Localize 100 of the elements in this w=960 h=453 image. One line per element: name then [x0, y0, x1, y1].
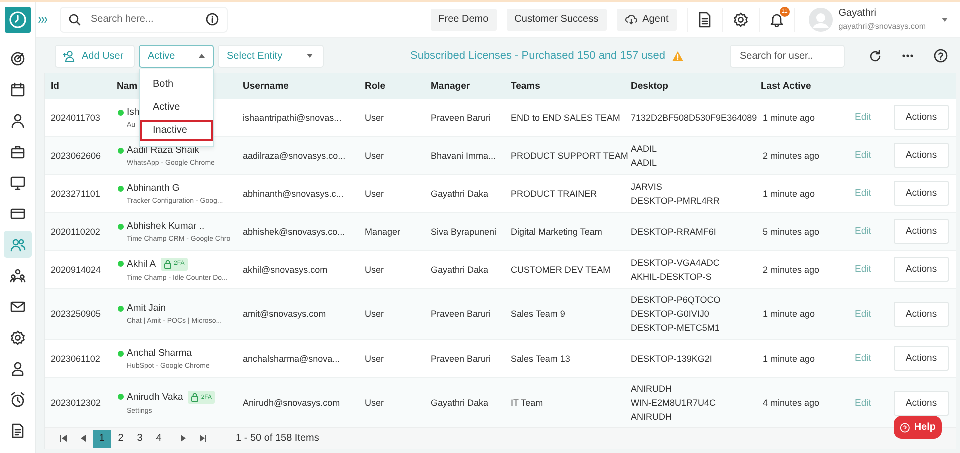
- cloud-download-icon: [624, 14, 638, 25]
- user-name[interactable]: Akhil A: [127, 258, 156, 270]
- actions-button[interactable]: Actions: [894, 302, 949, 326]
- table-cell-text: DESKTOP-VGA4ADC: [631, 258, 721, 268]
- table-cell-text: User: [365, 112, 386, 124]
- info-icon[interactable]: [206, 13, 219, 26]
- settings-icon[interactable]: [732, 12, 749, 28]
- table-cell-text: anchalsharma@snova...: [243, 352, 342, 366]
- table-cell-text: DESKTOP-PMRL4RR: [631, 196, 721, 206]
- table-cell-text: Digital Marketing Team: [511, 226, 604, 239]
- person-icon[interactable]: [10, 112, 26, 128]
- table-cell-text: PRODUCT SUPPORT TEAM: [511, 150, 630, 162]
- table-cell-text: User: [365, 264, 386, 276]
- refresh-icon[interactable]: [869, 50, 882, 62]
- user-name[interactable]: Amit Jain: [127, 303, 166, 314]
- last-page-icon[interactable]: [200, 435, 207, 442]
- document-icon[interactable]: [698, 12, 712, 28]
- help-icon[interactable]: [934, 49, 948, 63]
- document-icon[interactable]: [10, 422, 26, 438]
- user-badge-icon[interactable]: [10, 360, 26, 376]
- user-name[interactable]: Abhishek Kumar ..: [127, 220, 205, 232]
- search-field[interactable]: Search here...: [60, 6, 228, 32]
- column-header: Role: [365, 80, 386, 92]
- table-cell-text: AKHIL-DESKTOP-S: [631, 272, 713, 282]
- table-cell-text: 5 minutes ago: [762, 226, 821, 239]
- page-button[interactable]: 2: [112, 430, 130, 448]
- user-name[interactable]: Anchal Sharma: [127, 348, 192, 358]
- header-button[interactable]: Free Demo: [430, 8, 497, 30]
- table-cell-text: DESKTOP-139KG2I: [631, 354, 714, 364]
- actions-button[interactable]: Actions: [894, 143, 949, 168]
- actions-button[interactable]: Actions: [894, 346, 949, 371]
- table-cell-text: User: [365, 397, 386, 410]
- column-header: Teams: [511, 80, 540, 92]
- license-notice: Subscribed Licenses - Purchased 150 and 157 used: [410, 50, 666, 62]
- table-cell-text: AADIL: [631, 158, 658, 168]
- table-cell-text: 2 minutes ago: [762, 150, 821, 163]
- search-input[interactable]: Search here...: [89, 13, 198, 26]
- settings-icon[interactable]: [10, 330, 26, 346]
- table-cell-text: Manager: [365, 226, 402, 239]
- table-cell-text: 1 minute ago: [762, 308, 816, 321]
- table-cell-text: Gayathri Daka: [431, 397, 490, 410]
- table-cell-text: WIN-E2M8U1R7U4C: [631, 398, 718, 408]
- user-name: Gayathri: [838, 8, 878, 19]
- table-cell-text: DESKTOP-G0IVIJ0: [631, 309, 710, 319]
- column-header: Last Active: [761, 80, 812, 92]
- bell-icon[interactable]: [770, 12, 784, 27]
- actions-button[interactable]: Actions: [894, 219, 949, 244]
- table-cell-text: ishaantripathi@snovas...: [243, 112, 343, 125]
- table-cell-text: User: [365, 352, 386, 366]
- menu-item[interactable]: Active: [140, 96, 213, 118]
- table-cell-text: 2023271101: [50, 188, 102, 200]
- actions-button[interactable]: Actions: [894, 257, 949, 282]
- table-cell-text: 1 minute ago: [762, 112, 816, 125]
- table-cell-text: akhil@snovasys.com: [243, 264, 329, 277]
- monitor-icon[interactable]: [10, 174, 26, 190]
- search-field[interactable]: Search for user..: [730, 44, 845, 68]
- caret-icon[interactable]: [942, 18, 948, 22]
- table-cell-text: CUSTOMER DEV TEAM: [511, 264, 612, 276]
- table-cell-text: User: [365, 308, 386, 321]
- table-cell-text: 2023062606: [50, 150, 102, 162]
- table-cell-text: 2023061102: [50, 352, 102, 366]
- people-network-icon[interactable]: [10, 268, 26, 284]
- alarm-clock-icon[interactable]: [10, 392, 26, 408]
- logo-icon[interactable]: [4, 7, 30, 33]
- actions-button[interactable]: Actions: [894, 390, 949, 416]
- agent-button[interactable]: Agent: [616, 8, 677, 30]
- page-button[interactable]: 3: [131, 430, 149, 448]
- table-cell-text: Praveen Baruri: [431, 352, 492, 366]
- next-page-icon[interactable]: [181, 435, 186, 442]
- table-cell-text: 2 minutes ago: [762, 264, 821, 277]
- first-page-icon[interactable]: [60, 435, 67, 442]
- expand-icon[interactable]: [38, 16, 48, 24]
- previous-page-icon[interactable]: [81, 435, 86, 442]
- warning-icon: [672, 50, 684, 62]
- actions-button[interactable]: Actions: [894, 181, 949, 206]
- page-button[interactable]: 1: [93, 430, 111, 448]
- page-button[interactable]: 4: [150, 430, 168, 448]
- column-header: Id: [51, 80, 60, 92]
- help-button[interactable]: Help: [894, 416, 942, 439]
- header-button[interactable]: Customer Success: [506, 8, 607, 30]
- user-name[interactable]: Anirudh Vaka: [127, 392, 184, 403]
- target-icon[interactable]: [10, 50, 26, 66]
- pagination-summary: 1 - 50 of 158 Items: [236, 433, 320, 444]
- user-name[interactable]: Abhinanth G: [127, 182, 180, 194]
- column-header: Nam: [117, 80, 138, 92]
- briefcase-icon[interactable]: [10, 144, 26, 160]
- table-cell-text: IT Team: [511, 397, 544, 410]
- table-cell-text: 2024011703: [50, 112, 102, 124]
- users-icon[interactable]: [10, 236, 26, 252]
- calendar-icon[interactable]: [10, 82, 26, 98]
- user-name[interactable]: Ish: [127, 106, 140, 118]
- menu-item[interactable]: Both: [140, 74, 213, 94]
- table-cell-text: aadilraza@snovasys.co...: [243, 150, 347, 163]
- more-icon[interactable]: [902, 54, 914, 58]
- table-cell-text: ANIRUDH: [631, 384, 674, 394]
- table-cell-text: Anirudh@snovasys.com: [243, 397, 342, 410]
- table-cell-text: DESKTOP-RRAMF6I: [631, 226, 718, 236]
- menu-item[interactable]: Inactive: [140, 120, 213, 140]
- table-cell-text: Gayathri Daka: [431, 188, 490, 201]
- actions-button[interactable]: Actions: [894, 105, 949, 130]
